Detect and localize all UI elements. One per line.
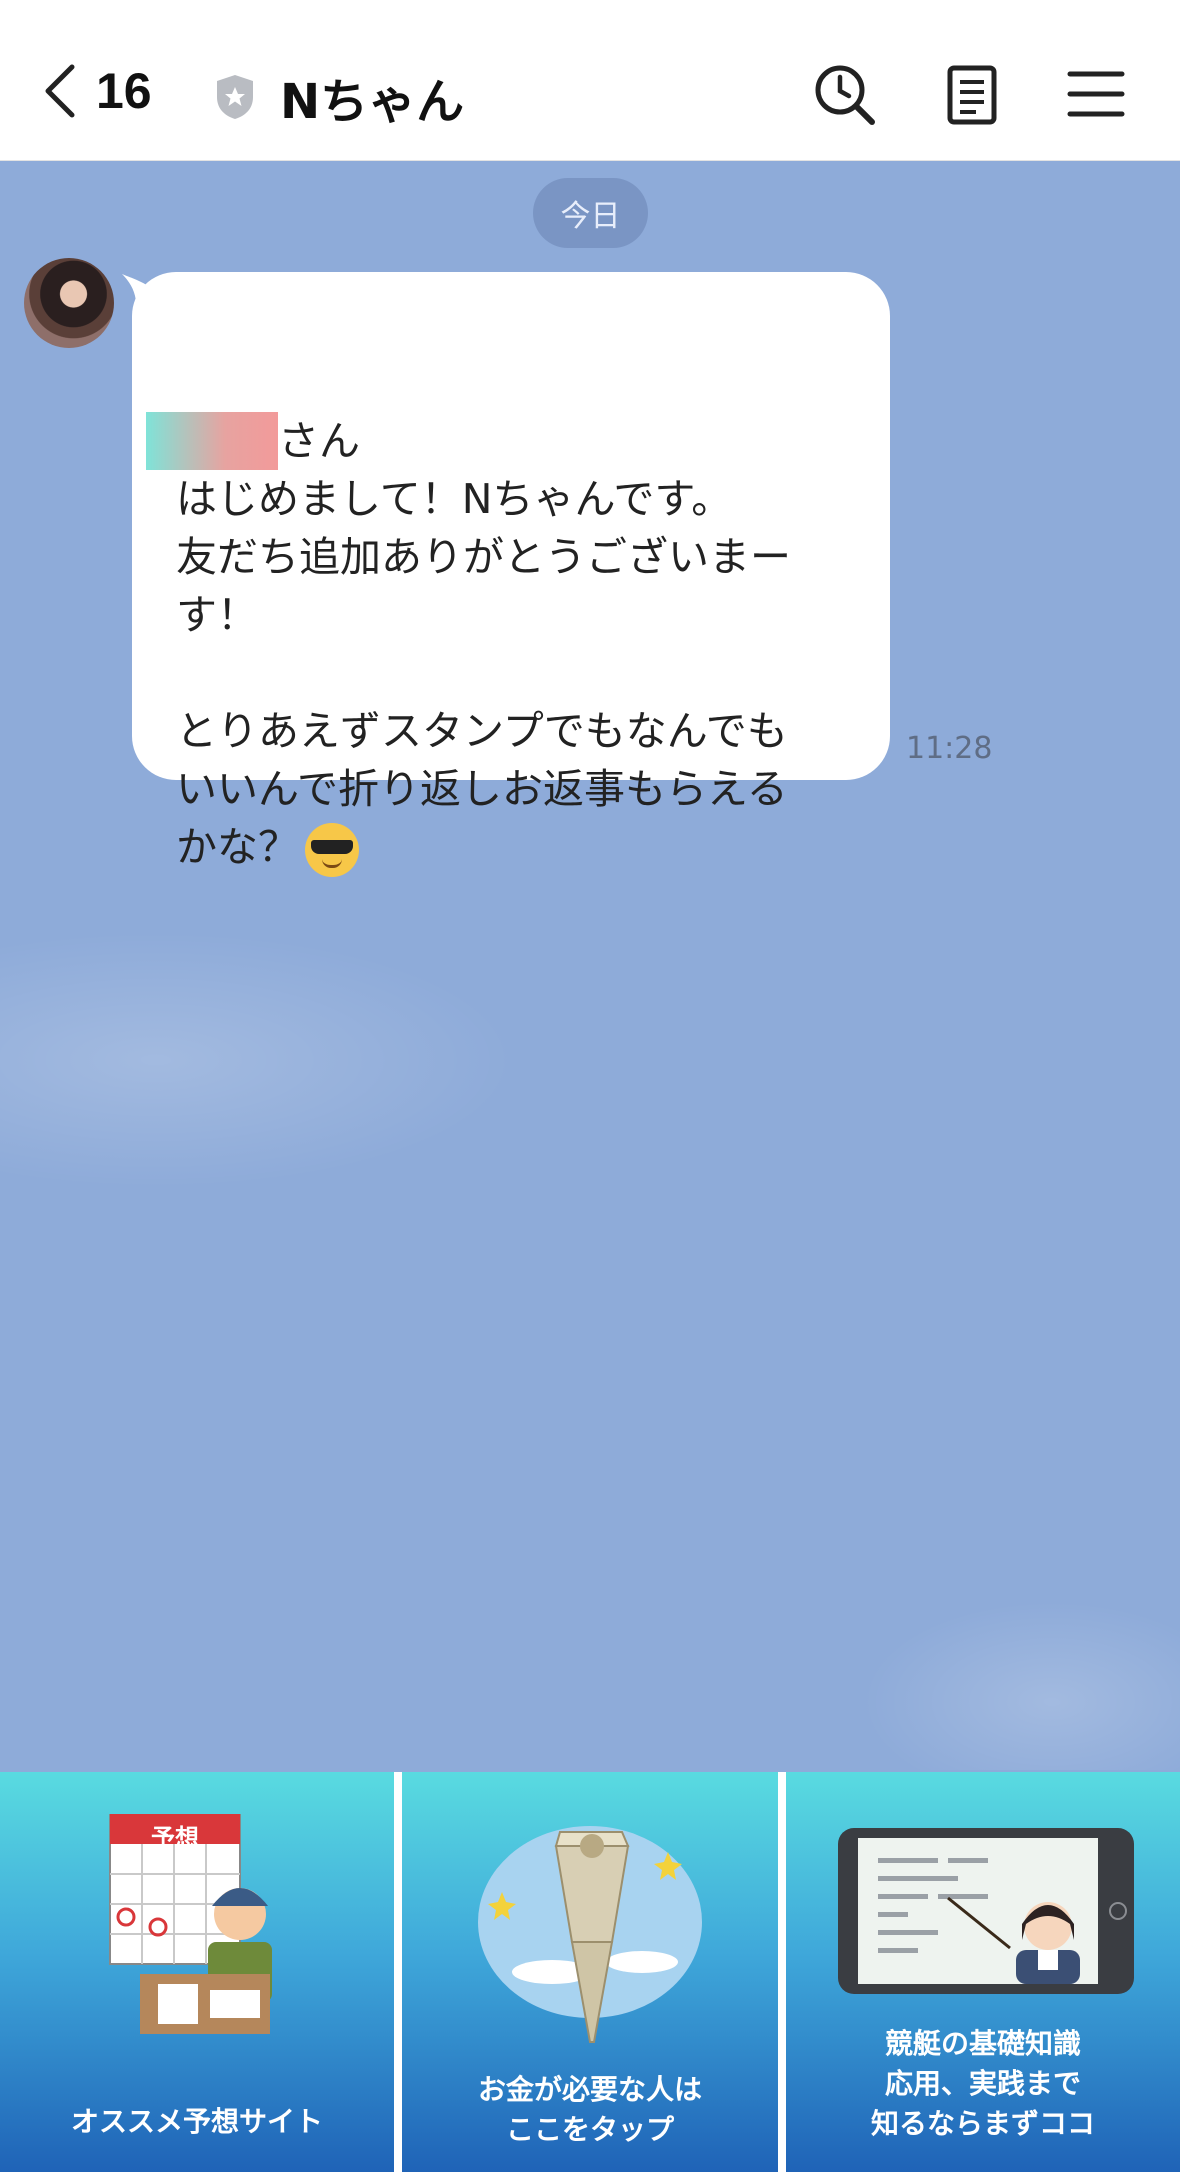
rich-menu-item-knowledge[interactable]: 競艇の基礎知識 応用、実践まで 知るならまずココ: [786, 1772, 1180, 2172]
chat-title: Nちゃん: [214, 62, 464, 132]
rich-menu-item-prediction[interactable]: 予想 オススメ予想サイト: [0, 1772, 394, 2172]
chat-header: 16 Nちゃん: [0, 0, 1180, 161]
search-history-icon: [815, 65, 875, 125]
back-button[interactable]: 16: [40, 62, 152, 120]
message-bubble[interactable]: さんはじめまして！Nちゃんです。 友だち追加ありがとうございまー す！ とりあえ…: [132, 272, 890, 877]
rich-menu: 予想 オススメ予想サイト お金が必要な人は ここをタップ 競艇の基礎知識 応用、…: [0, 1772, 1180, 2174]
rich-menu-label: お金が必要な人は ここをタップ: [477, 2073, 702, 2146]
chevron-left-icon: [45, 64, 75, 118]
money-illustration-icon: [478, 1826, 702, 2043]
redacted-name: [146, 412, 278, 470]
rich-menu-item-money[interactable]: お金が必要な人は ここをタップ: [402, 1772, 778, 2172]
rich-menu-label: 競艇の基礎知識 応用、実践まで 知るならまずココ: [870, 2027, 1095, 2140]
notes-icon: [947, 65, 997, 125]
menu-icon: [1067, 71, 1125, 117]
background-cloud: [0, 930, 520, 1190]
search-button[interactable]: [812, 62, 876, 126]
avatar[interactable]: [24, 258, 114, 348]
sunglasses-emoji-icon: [305, 823, 359, 877]
message-text: さんはじめまして！Nちゃんです。 友だち追加ありがとうございまー す！ とりあえ…: [146, 296, 856, 935]
menu-button[interactable]: [1064, 62, 1128, 126]
message-time: 11:28: [906, 731, 993, 766]
notes-button[interactable]: [940, 62, 1004, 126]
rich-menu-label: オススメ予想サイト: [70, 2105, 323, 2138]
message-body: はじめまして！Nちゃんです。 友だち追加ありがとうございまー す！ とりあえずス…: [176, 475, 791, 871]
contact-name: Nちゃん: [280, 74, 465, 130]
date-separator: 今日: [533, 178, 648, 248]
background-cloud: [860, 1600, 1180, 1770]
unread-count: 16: [96, 63, 152, 119]
shield-icon: [217, 75, 253, 119]
tablet-lesson-illustration-icon: [838, 1828, 1134, 1994]
name-suffix: さん: [278, 417, 360, 465]
poster-title: 予想: [151, 1824, 199, 1852]
